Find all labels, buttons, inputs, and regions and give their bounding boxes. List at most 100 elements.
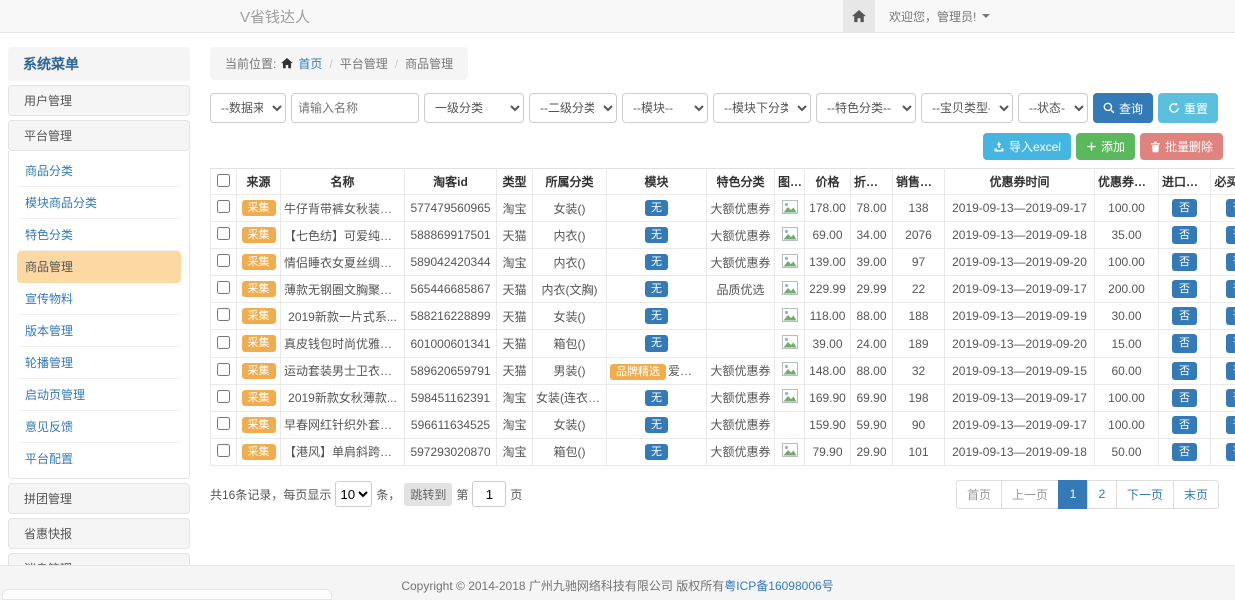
row-checkbox[interactable]: [217, 336, 230, 349]
home-button[interactable]: [843, 0, 875, 32]
cell-name: 2019新款一片式系...: [281, 303, 405, 330]
filter-select-4[interactable]: --模块下分类--: [713, 93, 811, 123]
cell-coupon_amount: 50.00: [1095, 438, 1159, 465]
cell-taoke_id: 601000601341: [405, 330, 497, 357]
import-select-toggle[interactable]: 否: [1172, 334, 1197, 352]
row-checkbox[interactable]: [217, 444, 230, 457]
filter-select-5[interactable]: --特色分类--: [816, 93, 916, 123]
import-select-toggle[interactable]: 否: [1172, 362, 1197, 380]
row-checkbox[interactable]: [217, 281, 230, 294]
column-header-name: 名称: [281, 169, 405, 195]
import-select-toggle[interactable]: 否: [1172, 443, 1197, 461]
per-page-select[interactable]: 10: [335, 481, 372, 507]
sidebar-item-省惠快报[interactable]: 省惠快报: [8, 518, 190, 549]
import-select-toggle[interactable]: 否: [1172, 389, 1197, 407]
cell-coupon_time: 2019-09-13—2019-09-15: [945, 357, 1095, 384]
plus-icon: [1086, 141, 1097, 152]
sidebar-subitem-特色分类[interactable]: 特色分类: [17, 219, 181, 251]
must-buy-toggle[interactable]: 否: [1226, 443, 1235, 461]
module-badge: 无: [645, 281, 668, 297]
source-badge: 采集: [242, 363, 276, 379]
must-buy-toggle[interactable]: 否: [1226, 253, 1235, 271]
row-checkbox[interactable]: [217, 227, 230, 240]
name-search-input[interactable]: [291, 93, 419, 123]
data-source-select[interactable]: --数据来源--: [210, 93, 286, 123]
cell-icon: [775, 384, 805, 411]
must-buy-toggle[interactable]: 否: [1226, 280, 1235, 298]
cell-price: 159.90: [805, 411, 851, 438]
row-checkbox[interactable]: [217, 417, 230, 430]
sidebar-subitem-轮播管理[interactable]: 轮播管理: [17, 347, 181, 379]
filter-select-1[interactable]: 一级分类: [424, 93, 524, 123]
module-badge: 品牌精选: [610, 364, 666, 380]
cell-type: 天猫: [497, 276, 533, 303]
must-buy-toggle[interactable]: 否: [1226, 226, 1235, 244]
query-button[interactable]: 查询: [1093, 93, 1153, 123]
page-button-下一页[interactable]: 下一页: [1116, 480, 1174, 509]
sidebar-item-拼团管理[interactable]: 拼团管理: [8, 483, 190, 514]
chevron-down-icon: [982, 14, 990, 18]
row-checkbox[interactable]: [217, 363, 230, 376]
select-all-checkbox[interactable]: [217, 174, 230, 187]
jump-to-button[interactable]: 跳转到: [404, 483, 452, 506]
import-select-toggle[interactable]: 否: [1172, 226, 1197, 244]
must-buy-toggle[interactable]: 否: [1226, 416, 1235, 434]
sidebar-subitem-模块商品分类[interactable]: 模块商品分类: [17, 187, 181, 219]
cell-icon: [775, 276, 805, 303]
must-buy-toggle[interactable]: 否: [1226, 389, 1235, 407]
row-checkbox[interactable]: [217, 390, 230, 403]
sidebar-subitem-启动页管理[interactable]: 启动页管理: [17, 379, 181, 411]
sidebar-subitem-意见反馈[interactable]: 意见反馈: [17, 411, 181, 443]
sidebar-subitem-商品管理[interactable]: 商品管理: [17, 251, 181, 283]
must-buy-toggle[interactable]: 否: [1226, 362, 1235, 380]
import-select-toggle[interactable]: 否: [1172, 416, 1197, 434]
cell-discount_price: 24.00: [851, 330, 893, 357]
filter-select-7[interactable]: --状态--: [1018, 93, 1088, 123]
filter-select-3[interactable]: --模块--: [622, 93, 708, 123]
row-checkbox[interactable]: [217, 200, 230, 213]
filter-select-6[interactable]: --宝贝类型--: [921, 93, 1013, 123]
page-button-上一页[interactable]: 上一页: [1001, 480, 1059, 509]
cell-checkbox: [211, 303, 237, 330]
batch-delete-button[interactable]: 批量删除: [1140, 133, 1223, 160]
reset-button[interactable]: 重置: [1158, 93, 1218, 123]
cell-feature: [707, 303, 775, 330]
sidebar-subitem-平台配置[interactable]: 平台配置: [17, 443, 181, 474]
must-buy-toggle[interactable]: 否: [1226, 334, 1235, 352]
import-select-toggle[interactable]: 否: [1172, 307, 1197, 325]
icp-link[interactable]: 粤ICP备16098006号: [724, 579, 833, 593]
must-buy-toggle[interactable]: 否: [1226, 307, 1235, 325]
source-badge: 采集: [242, 308, 276, 324]
page-button-1[interactable]: 1: [1058, 480, 1088, 509]
sidebar-item-平台管理[interactable]: 平台管理: [8, 120, 190, 151]
sidebar-subitem-版本管理[interactable]: 版本管理: [17, 315, 181, 347]
row-checkbox[interactable]: [217, 254, 230, 267]
source-badge: 采集: [242, 281, 276, 297]
cell-checkbox: [211, 222, 237, 249]
cell-category: 箱包(): [533, 438, 607, 465]
user-menu[interactable]: 欢迎您，管理员!: [875, 8, 1235, 25]
import-select-toggle[interactable]: 否: [1172, 199, 1197, 217]
cell-import_select: 否: [1159, 330, 1211, 357]
filter-select-2[interactable]: --二级分类--: [529, 93, 617, 123]
column-header-discount_price: 折后价: [851, 169, 893, 195]
import-select-toggle[interactable]: 否: [1172, 280, 1197, 298]
refresh-icon: [1168, 102, 1180, 114]
row-checkbox[interactable]: [217, 308, 230, 321]
add-button[interactable]: 添加: [1076, 133, 1135, 160]
must-buy-toggle[interactable]: 否: [1226, 199, 1235, 217]
table-row: 采集真皮钱包时尚优雅女士...601000601341天猫箱包()无39.002…: [211, 330, 1235, 357]
page-button-末页[interactable]: 末页: [1173, 480, 1219, 509]
import-select-toggle[interactable]: 否: [1172, 253, 1197, 271]
sidebar-item-用户管理[interactable]: 用户管理: [8, 85, 190, 116]
sidebar-subitem-宣传物料[interactable]: 宣传物料: [17, 283, 181, 315]
page-button-2[interactable]: 2: [1087, 480, 1117, 509]
cell-sales: 32: [893, 357, 945, 384]
products-table: 来源名称淘客id类型所属分类模块特色分类图标价格折后价销售数量优惠券时间优惠券金…: [210, 168, 1235, 466]
page-jump-input[interactable]: [472, 481, 506, 507]
import-excel-button[interactable]: 导入excel: [983, 133, 1071, 160]
cell-module: 无: [607, 276, 707, 303]
sidebar-subitem-商品分类[interactable]: 商品分类: [17, 155, 181, 187]
breadcrumb-home-link[interactable]: 首页: [298, 55, 322, 72]
page-button-首页[interactable]: 首页: [956, 480, 1002, 509]
